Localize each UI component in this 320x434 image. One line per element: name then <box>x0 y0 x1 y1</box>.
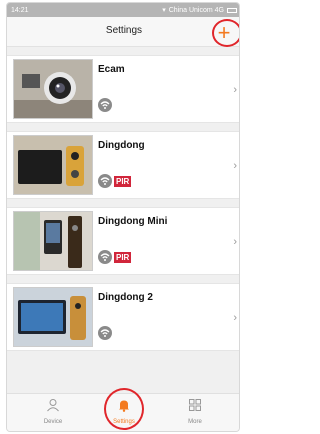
device-card-dingdong-mini[interactable]: Dingdong Mini PIR › <box>7 207 239 275</box>
grid-icon <box>188 399 202 416</box>
chevron-right-icon: › <box>233 160 237 172</box>
wifi-icon <box>98 174 112 188</box>
wifi-icon <box>98 326 112 340</box>
page-title: Settings <box>105 25 143 36</box>
highlight-circle-settings <box>104 388 144 430</box>
tab-label: More <box>188 419 202 425</box>
device-thumbnail-dingdong-2 <box>13 287 93 347</box>
device-thumbnail-dingdong <box>13 135 93 195</box>
status-bar: 14:21 ▾ China Unicom 4G <box>7 3 239 17</box>
wifi-icon <box>98 98 112 112</box>
chevron-right-icon: › <box>233 236 237 248</box>
pir-badge: PIR <box>114 176 132 187</box>
device-thumbnail-ecam <box>13 59 93 119</box>
carrier-label: China Unicom 4G <box>168 6 224 14</box>
tab-device[interactable]: Device <box>23 398 83 431</box>
device-name: Dingdong Mini <box>98 216 168 227</box>
tab-more[interactable]: More <box>165 398 225 431</box>
signal-icon: ▾ <box>162 7 166 14</box>
highlight-circle-add <box>212 19 239 47</box>
person-icon <box>46 399 60 416</box>
device-name: Ecam <box>98 64 125 75</box>
status-right: ▾ China Unicom 4G <box>162 6 237 14</box>
device-name: Dingdong 2 <box>98 292 153 303</box>
chevron-right-icon: › <box>233 84 237 96</box>
phone-screen: 14:21 ▾ China Unicom 4G Settings + Ecam <box>6 2 240 432</box>
device-name: Dingdong <box>98 140 145 151</box>
device-thumbnail-dingdong-mini <box>13 211 93 271</box>
chevron-right-icon: › <box>233 312 237 324</box>
pir-badge: PIR <box>114 252 132 263</box>
device-card-ecam[interactable]: Ecam › <box>7 55 239 123</box>
header-bar: Settings + <box>7 17 239 47</box>
battery-icon <box>227 7 237 13</box>
device-card-dingdong[interactable]: Dingdong PIR › <box>7 131 239 199</box>
device-card-dingdong-2[interactable]: Dingdong 2 › <box>7 283 239 351</box>
tab-label: Device <box>43 419 63 425</box>
wifi-icon <box>98 250 112 264</box>
status-time: 14:21 <box>11 6 29 14</box>
